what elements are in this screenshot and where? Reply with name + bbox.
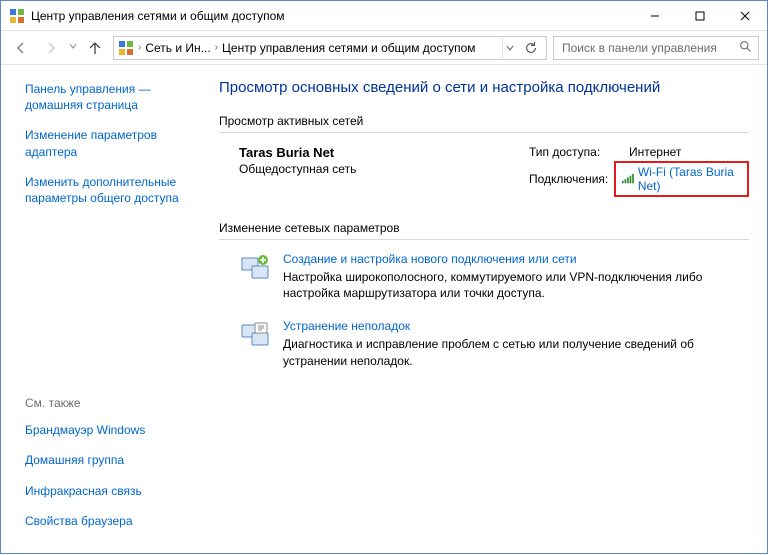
- see-also-section: См. также Брандмауэр Windows Домашняя гр…: [25, 396, 195, 543]
- see-also-title: См. также: [25, 396, 195, 410]
- sidebar-link-adapter[interactable]: Изменение параметров адаптера: [25, 127, 195, 159]
- breadcrumb-dropdown[interactable]: [502, 37, 516, 59]
- forward-button[interactable]: [39, 36, 63, 60]
- history-dropdown[interactable]: [69, 42, 77, 53]
- back-button[interactable]: [9, 36, 33, 60]
- section-rule: [219, 239, 749, 240]
- setup-connection-icon: [239, 252, 271, 284]
- troubleshoot-item: Устранение неполадок Диагностика и испра…: [219, 319, 749, 368]
- seealso-link-browser[interactable]: Свойства браузера: [25, 513, 195, 529]
- section-rule: [219, 132, 749, 133]
- close-button[interactable]: [722, 1, 767, 30]
- title-bar: Центр управления сетями и общим доступом: [1, 1, 767, 31]
- sidebar-link-sharing[interactable]: Изменить дополнительные параметры общего…: [25, 174, 195, 206]
- setup-connection-desc: Настройка широкополосного, коммутируемог…: [283, 269, 749, 301]
- seealso-link-infrared[interactable]: Инфракрасная связь: [25, 483, 195, 499]
- minimize-button[interactable]: [632, 1, 677, 30]
- access-type-label: Тип доступа:: [529, 145, 629, 159]
- search-icon[interactable]: [739, 40, 752, 56]
- breadcrumb-item[interactable]: Сеть и Ин...: [145, 41, 210, 55]
- maximize-button[interactable]: [677, 1, 722, 30]
- network-profile: Общедоступная сеть: [239, 162, 499, 176]
- setup-connection-link[interactable]: Создание и настройка нового подключения …: [283, 252, 749, 266]
- network-params-title: Изменение сетевых параметров: [219, 221, 749, 235]
- main-content: Просмотр основных сведений о сети и наст…: [211, 65, 767, 555]
- wifi-signal-icon: [622, 174, 634, 184]
- wifi-connection-label: Wi-Fi (Taras Buria Net): [638, 165, 741, 193]
- window-controls: [632, 1, 767, 30]
- seealso-link-homegroup[interactable]: Домашняя группа: [25, 452, 195, 468]
- chevron-right-icon: ›: [215, 42, 218, 53]
- control-panel-icon: [118, 40, 134, 56]
- wifi-connection-link[interactable]: Wi-Fi (Taras Buria Net): [614, 161, 749, 197]
- access-type-value: Интернет: [629, 145, 681, 159]
- active-networks-title: Просмотр активных сетей: [219, 114, 749, 128]
- network-name: Taras Buria Net: [239, 145, 499, 160]
- sidebar: Панель управления — домашняя страница Из…: [1, 65, 211, 555]
- troubleshoot-icon: [239, 319, 271, 351]
- page-heading: Просмотр основных сведений о сети и наст…: [219, 79, 749, 96]
- chevron-right-icon: ›: [138, 42, 141, 53]
- setup-connection-item: Создание и настройка нового подключения …: [219, 252, 749, 301]
- seealso-link-firewall[interactable]: Брандмауэр Windows: [25, 422, 195, 438]
- search-input[interactable]: [560, 40, 733, 56]
- refresh-button[interactable]: [520, 41, 542, 55]
- up-button[interactable]: [83, 36, 107, 60]
- troubleshoot-desc: Диагностика и исправление проблем с сеть…: [283, 336, 749, 368]
- search-box[interactable]: [553, 36, 759, 60]
- breadcrumb[interactable]: › Сеть и Ин... › Центр управления сетями…: [113, 36, 547, 60]
- breadcrumb-item[interactable]: Центр управления сетями и общим доступом: [222, 41, 476, 55]
- window-title: Центр управления сетями и общим доступом: [31, 9, 285, 23]
- connections-label: Подключения:: [529, 172, 614, 186]
- control-panel-icon: [9, 8, 25, 24]
- address-bar: › Сеть и Ин... › Центр управления сетями…: [1, 31, 767, 65]
- active-network-row: Taras Buria Net Общедоступная сеть Тип д…: [219, 145, 749, 199]
- troubleshoot-link[interactable]: Устранение неполадок: [283, 319, 749, 333]
- sidebar-link-home[interactable]: Панель управления — домашняя страница: [25, 81, 195, 113]
